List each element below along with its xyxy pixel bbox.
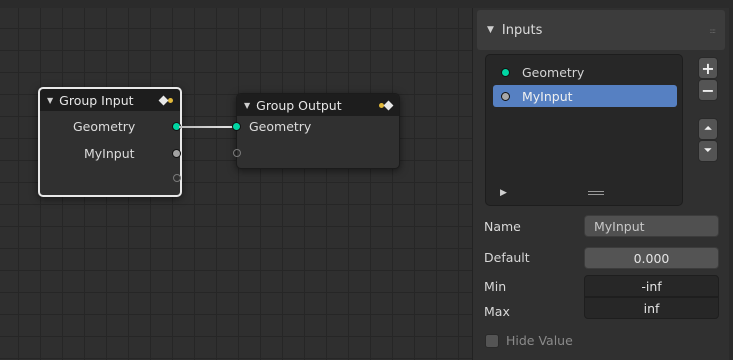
list-item-label: MyInput <box>522 88 573 104</box>
name-field-value: MyInput <box>594 218 645 234</box>
default-label: Default <box>484 250 530 265</box>
minus-icon: − <box>701 80 715 100</box>
group-input-header[interactable]: ▼ Group Input <box>40 89 180 111</box>
default-field[interactable]: 0.000 <box>584 247 719 269</box>
group-output-header[interactable]: ▼ Group Output <box>237 94 399 116</box>
empty-socket[interactable] <box>233 149 241 157</box>
group-input-output-myinput-label: MyInput <box>84 146 135 161</box>
group-output-input-geometry-label: Geometry <box>249 119 312 134</box>
chevron-down-icon: ⏷ <box>704 146 712 156</box>
chevron-down-icon[interactable]: ▼ <box>487 25 494 35</box>
list-item-geometry[interactable]: Geometry <box>493 61 677 83</box>
play-arrow-icon[interactable]: ▶ <box>500 188 507 198</box>
hide-value-checkbox[interactable] <box>485 333 499 348</box>
value-socket[interactable] <box>172 149 181 158</box>
min-label: Min <box>484 279 507 294</box>
sidebar-edge <box>729 8 733 360</box>
group-node-icon <box>158 95 173 105</box>
node-link[interactable] <box>179 126 237 128</box>
resize-grip-icon[interactable] <box>588 191 604 195</box>
geometry-socket <box>501 67 510 77</box>
plus-icon: + <box>701 58 715 78</box>
group-input-title: Group Input <box>59 92 134 108</box>
move-down-button[interactable]: ⏷ <box>698 140 718 162</box>
group-output-title: Group Output <box>256 97 342 113</box>
chevron-down-icon[interactable]: ▼ <box>244 101 250 110</box>
min-field[interactable]: -inf <box>584 275 719 297</box>
hide-value-option[interactable]: Hide Value <box>485 333 573 348</box>
group-input-node[interactable]: ▼ Group Input <box>38 87 182 197</box>
drag-grip-icon[interactable]: :::: <box>710 27 717 35</box>
name-label: Name <box>484 219 521 234</box>
move-up-button[interactable]: ⏶ <box>698 118 718 140</box>
empty-socket[interactable] <box>173 174 181 182</box>
panel-title: Inputs <box>501 22 543 38</box>
geometry-socket[interactable] <box>232 122 241 131</box>
chevron-up-icon: ⏶ <box>704 124 712 134</box>
top-strip <box>0 0 733 8</box>
remove-button[interactable]: − <box>698 79 718 101</box>
sidebar-panel: ▼ Inputs :::: Geometry MyInput ▶ + − ⏶ ⏷… <box>473 8 733 360</box>
inputs-panel-header[interactable]: ▼ Inputs :::: <box>477 10 725 50</box>
chevron-down-icon[interactable]: ▼ <box>47 96 53 105</box>
default-field-value: 0.000 <box>633 250 670 266</box>
list-item-myinput[interactable]: MyInput <box>493 85 677 107</box>
value-socket <box>501 91 510 101</box>
max-field[interactable]: inf <box>584 297 719 319</box>
list-item-label: Geometry <box>522 64 585 80</box>
hide-value-label: Hide Value <box>506 333 573 348</box>
group-node-icon <box>379 100 394 110</box>
max-field-value: inf <box>643 300 660 316</box>
add-button[interactable]: + <box>698 57 718 79</box>
group-input-output-geometry-label: Geometry <box>73 119 136 134</box>
max-label: Max <box>484 304 510 319</box>
inputs-list[interactable]: Geometry MyInput ▶ <box>485 54 683 206</box>
name-field[interactable]: MyInput <box>584 215 719 237</box>
min-field-value: -inf <box>641 278 662 294</box>
